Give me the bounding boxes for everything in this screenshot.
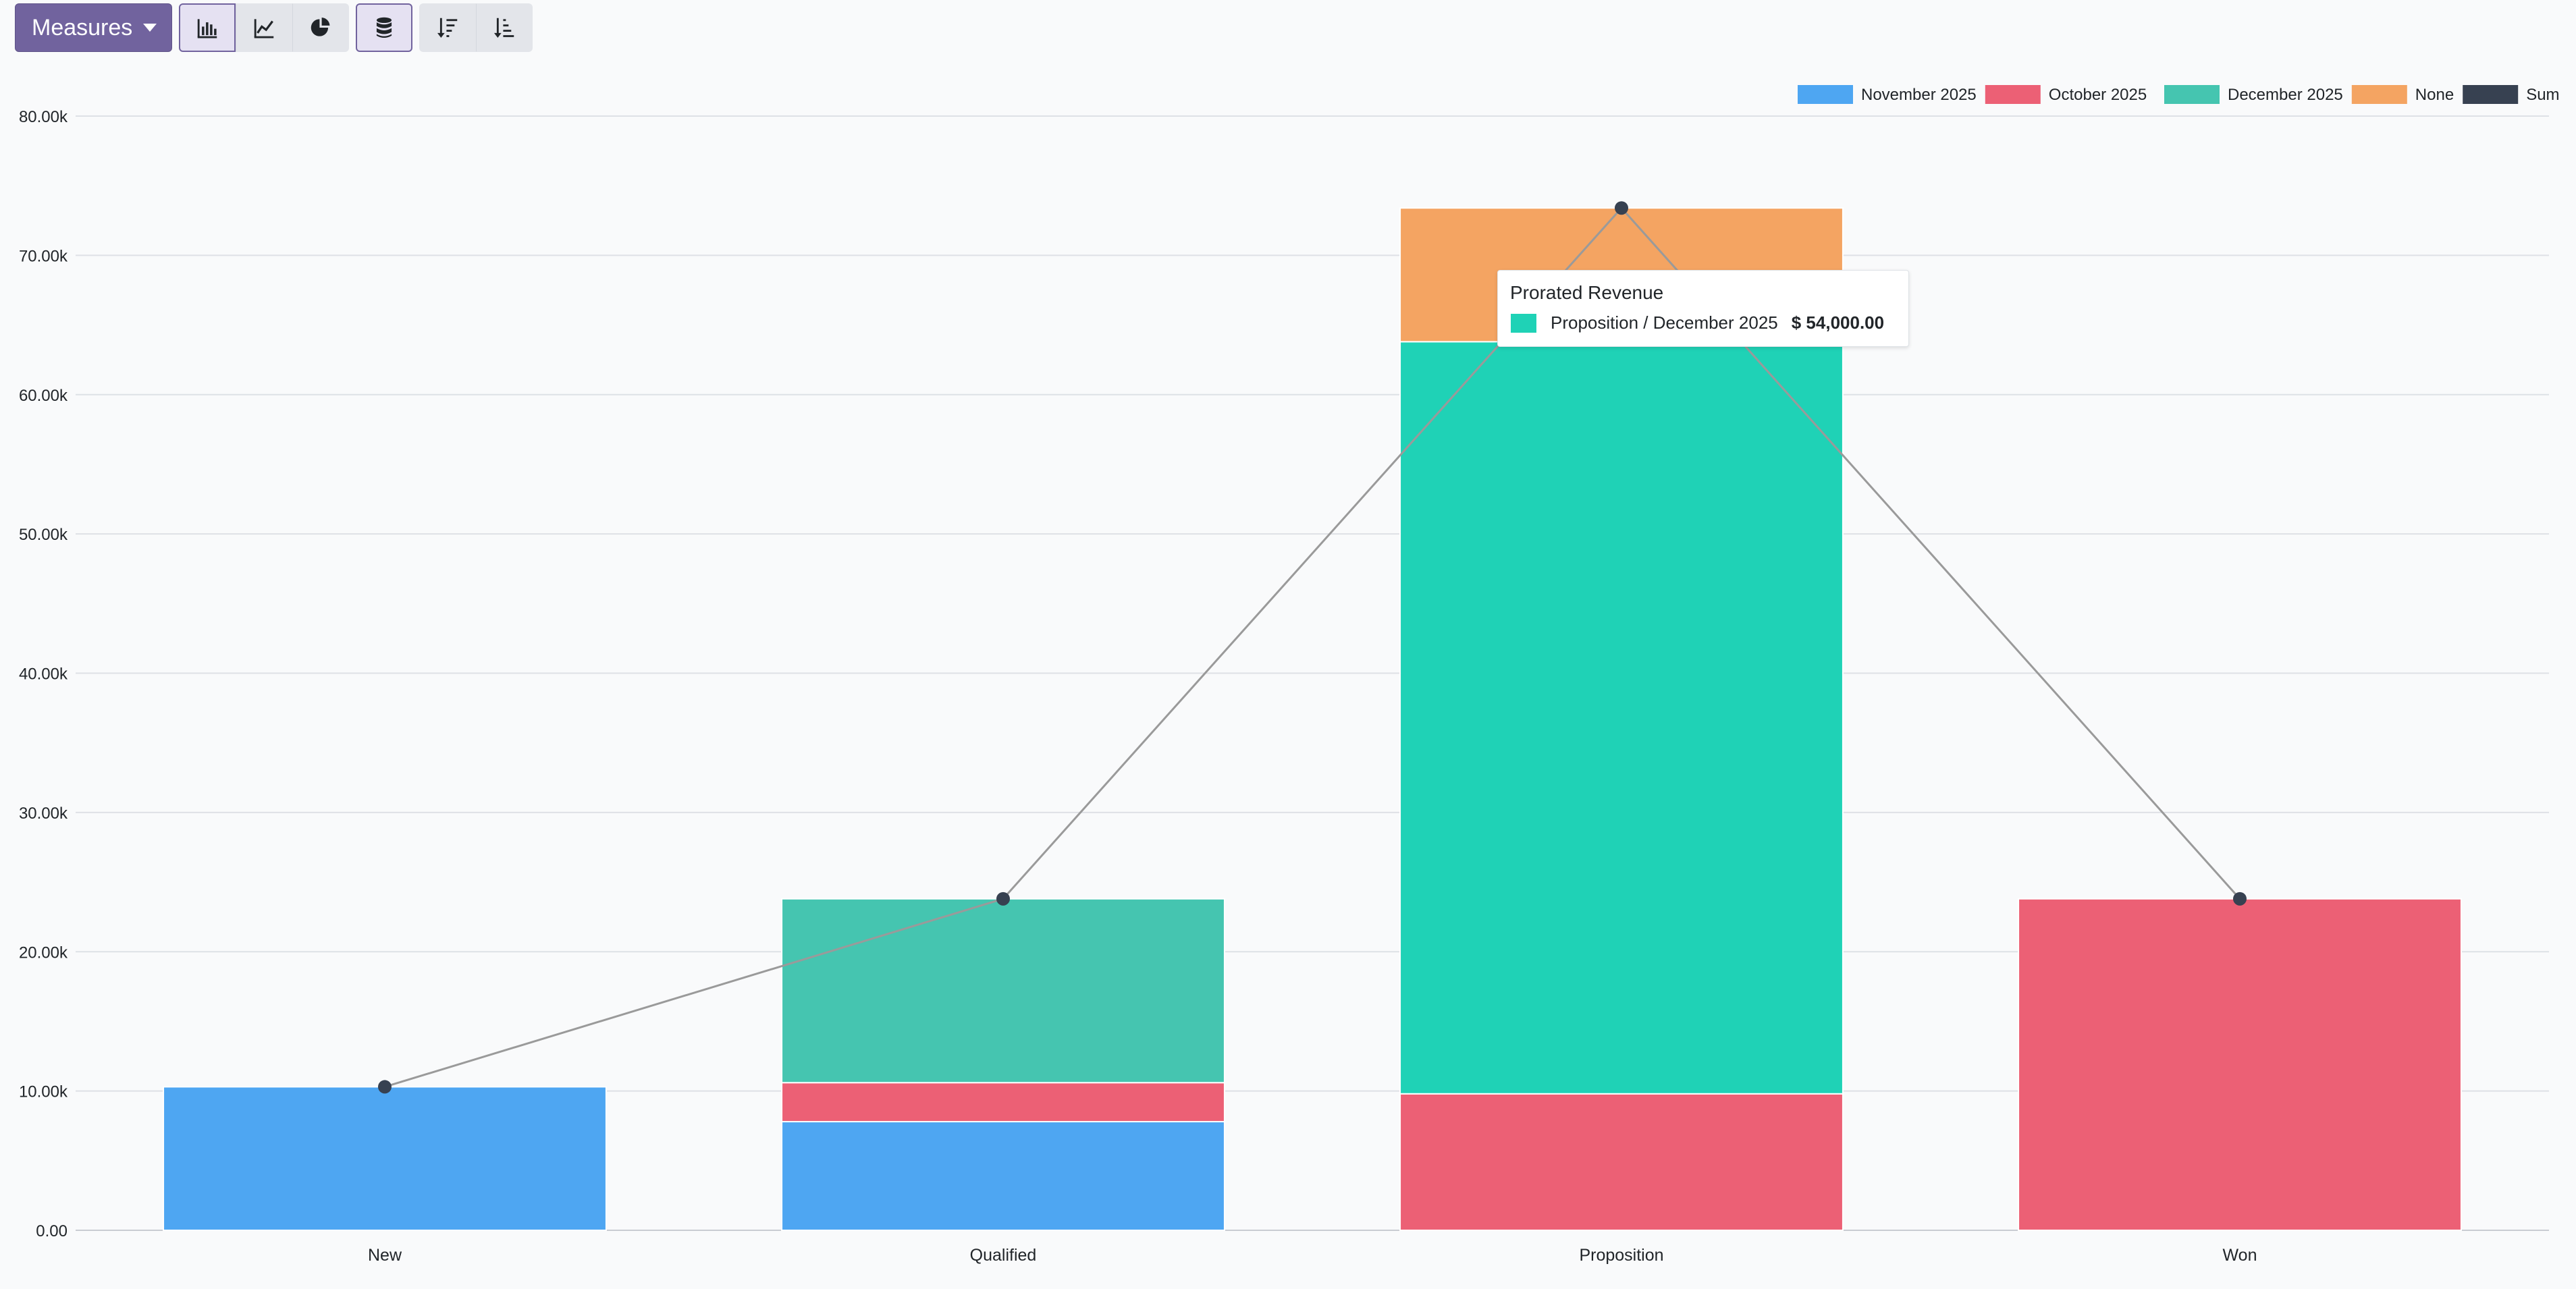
legend-swatch bbox=[2463, 85, 2519, 104]
y-tick-label: 70.00k bbox=[19, 247, 68, 265]
tooltip-row: Proposition / December 2025 $ 54,000.00 bbox=[1510, 312, 1896, 333]
legend-swatch bbox=[1798, 85, 1853, 104]
tooltip-color-swatch bbox=[1510, 312, 1537, 333]
bar-segment bbox=[163, 1086, 607, 1231]
legend-label: December 2025 bbox=[2228, 86, 2343, 104]
revenue-chart: 0.00 10.00k 20.00k 30.00k 40.00k 50.00k 60.00k… bbox=[19, 85, 2560, 1265]
y-tick-label: 80.00k bbox=[19, 108, 68, 126]
legend-label: October 2025 bbox=[2049, 86, 2147, 104]
y-tick-label: 10.00k bbox=[19, 1083, 68, 1101]
x-tick-label: Qualified bbox=[970, 1246, 1037, 1265]
bar-segment bbox=[781, 1121, 1225, 1231]
x-tick-label: New bbox=[368, 1246, 402, 1265]
sum-point bbox=[2233, 892, 2247, 906]
y-tick-label: 50.00k bbox=[19, 526, 68, 544]
y-tick-label: 20.00k bbox=[19, 943, 68, 962]
y-tick-label: 40.00k bbox=[19, 665, 68, 684]
legend-swatch bbox=[2351, 85, 2407, 104]
sum-point bbox=[996, 892, 1010, 906]
tooltip-title: Prorated Revenue bbox=[1510, 282, 1664, 303]
bar-segment bbox=[1399, 1093, 1844, 1231]
y-tick-label: 0.00 bbox=[36, 1222, 68, 1240]
bar-segment bbox=[781, 1082, 1225, 1123]
sum-point bbox=[378, 1080, 392, 1094]
sum-point bbox=[1615, 201, 1628, 215]
tooltip-value: $ 54,000.00 bbox=[1791, 312, 1885, 333]
legend-swatch bbox=[2164, 85, 2220, 104]
bar-segment bbox=[781, 898, 1225, 1084]
legend-label: Sum bbox=[2526, 86, 2559, 104]
legend-label: November 2025 bbox=[1861, 86, 1977, 104]
tooltip-label: Proposition / December 2025 bbox=[1551, 312, 1778, 333]
legend-swatch bbox=[1985, 85, 2041, 104]
bar-segment bbox=[1399, 341, 1844, 1095]
x-tick-label: Won bbox=[2223, 1246, 2257, 1265]
y-tick-label: 30.00k bbox=[19, 804, 68, 823]
bar-segment bbox=[2018, 898, 2462, 1231]
sum-line bbox=[384, 206, 2241, 1088]
x-tick-label: Proposition bbox=[1579, 1246, 1663, 1265]
chart-tooltip: Prorated Revenue Proposition / December … bbox=[1497, 270, 1909, 347]
legend-label: None bbox=[2415, 86, 2454, 104]
y-tick-label: 60.00k bbox=[19, 387, 68, 405]
